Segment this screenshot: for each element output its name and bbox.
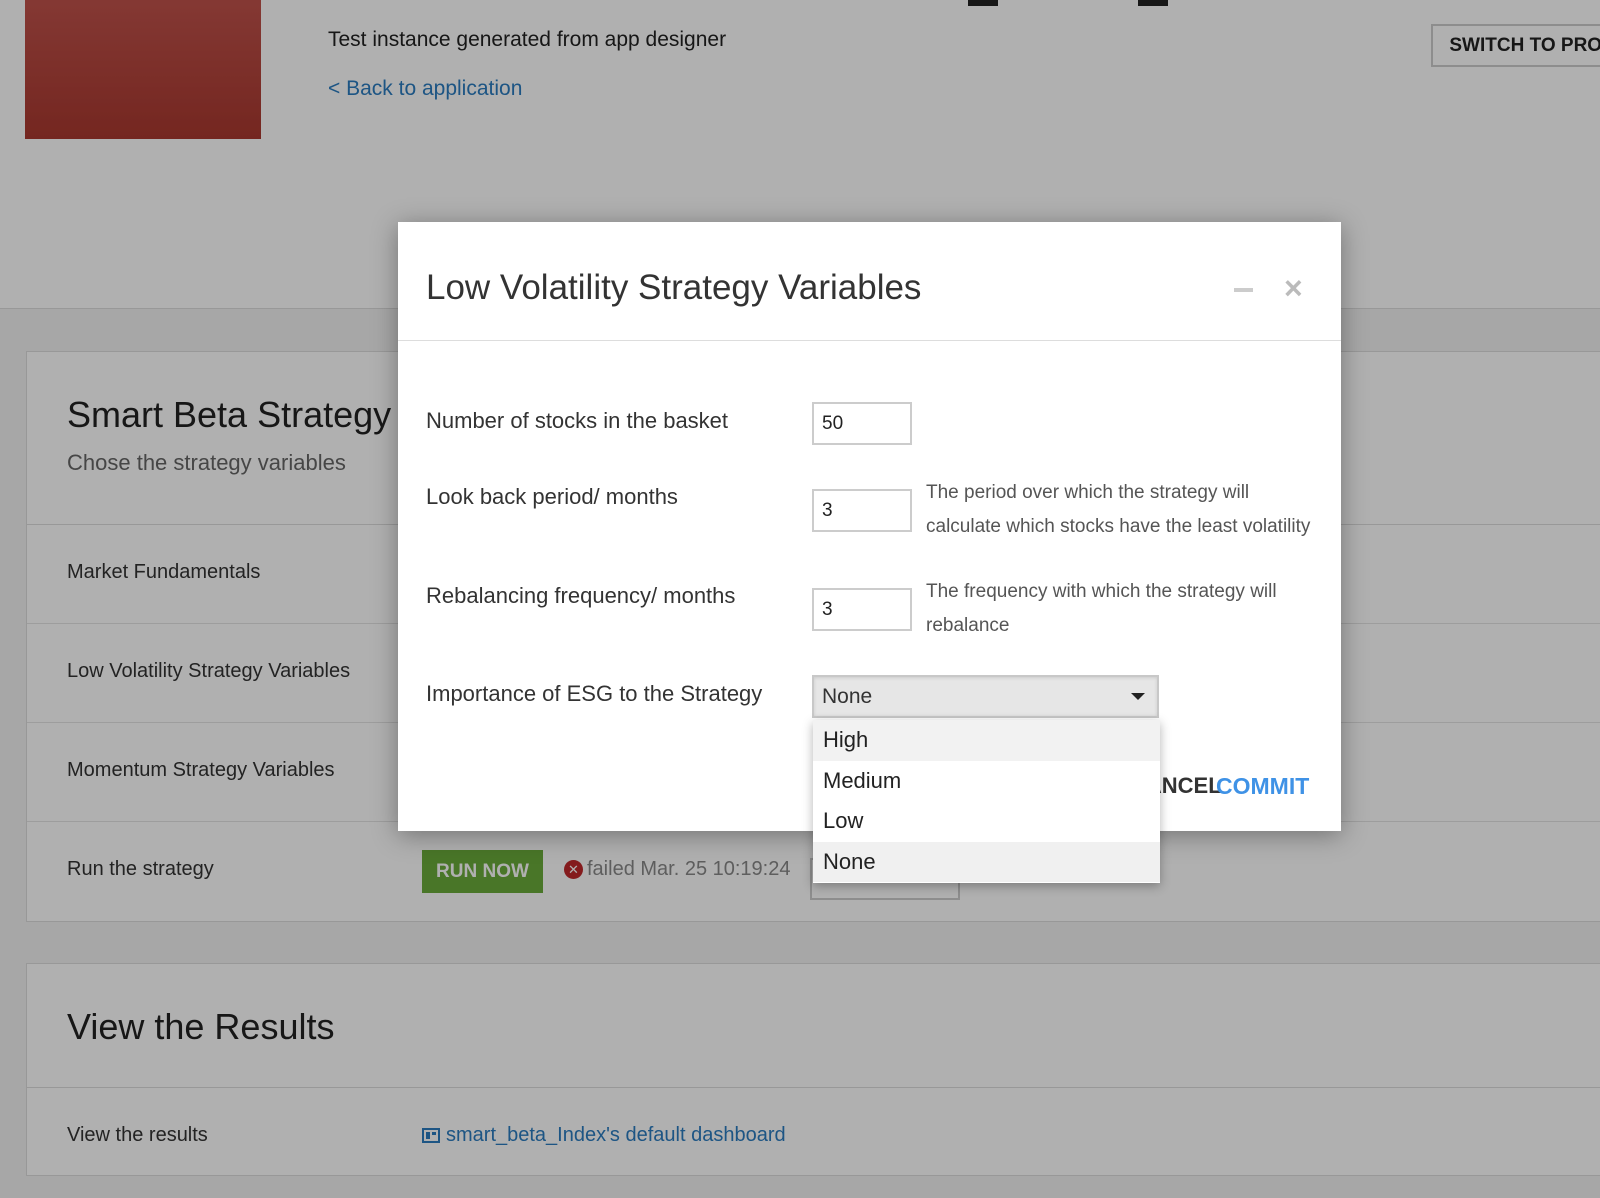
field-label: Importance of ESG to the Strategy <box>426 681 763 706</box>
field-label: Number of stocks in the basket <box>426 408 729 433</box>
rebalancing-frequency-input[interactable] <box>812 588 912 631</box>
field-label: Rebalancing frequency/ months <box>426 583 736 608</box>
select-value: None <box>822 685 873 708</box>
field-help-text: The frequency with which the strategy wi… <box>926 581 1277 636</box>
dropdown-option-none[interactable]: None <box>813 841 1160 882</box>
field-label: Look back period/ months <box>426 484 678 509</box>
commit-button[interactable]: COMMIT <box>1216 773 1309 800</box>
esg-options-dropdown: High Medium Low None <box>813 720 1160 883</box>
dropdown-option-high[interactable]: High <box>813 720 1160 761</box>
esg-importance-select[interactable]: None <box>812 675 1159 718</box>
lookback-period-input[interactable] <box>812 489 912 532</box>
field-help-text: The period over which the strategy will … <box>926 482 1311 537</box>
minimize-icon[interactable] <box>1234 288 1253 292</box>
stocks-count-input[interactable] <box>812 402 912 445</box>
modal-title: Low Volatility Strategy Variables <box>426 268 922 307</box>
dropdown-option-low[interactable]: Low <box>813 801 1160 842</box>
dropdown-option-medium[interactable]: Medium <box>813 761 1160 802</box>
caret-down-icon <box>1131 693 1145 700</box>
close-icon[interactable]: × <box>1284 270 1303 307</box>
modal-header: Low Volatility Strategy Variables × <box>398 222 1341 341</box>
